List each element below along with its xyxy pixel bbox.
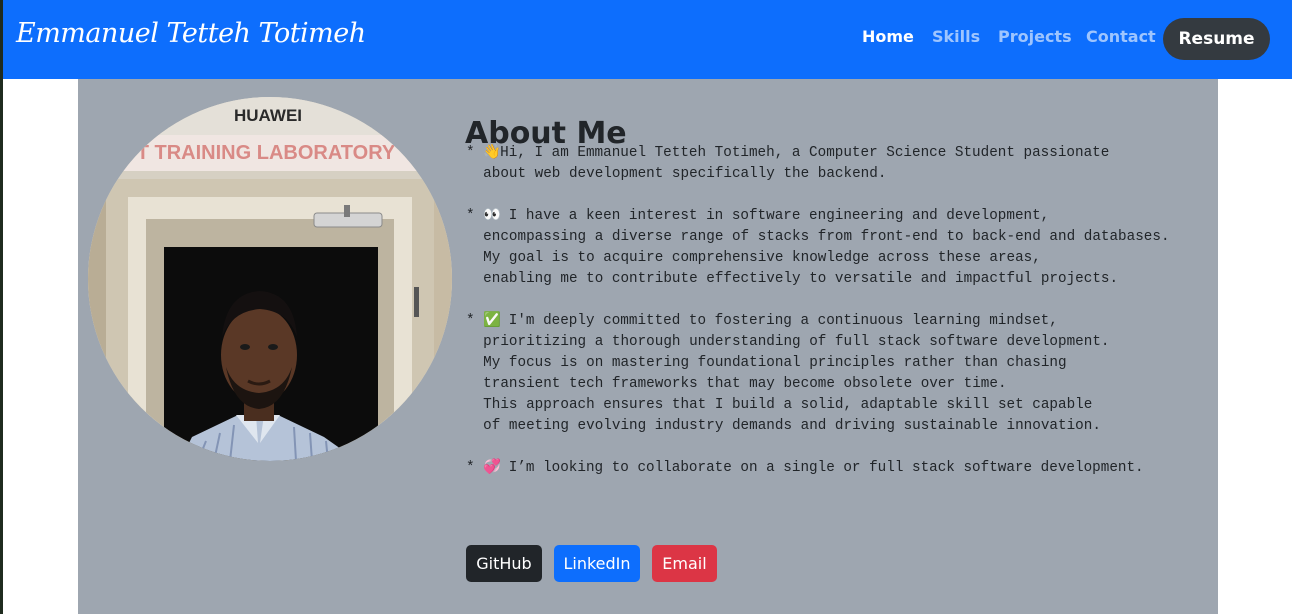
brand-name[interactable]: Emmanuel Tetteh Totimeh [16, 18, 366, 49]
resume-button[interactable]: Resume [1163, 18, 1270, 60]
banner-text: T TRAINING LABORATORY [137, 142, 396, 164]
window-edge [0, 0, 3, 614]
about-section: HUAWEI T TRAINING LABORATORY About Me * … [78, 79, 1218, 614]
about-paragraph: * 💞 I’m looking to collaborate on a sing… [466, 458, 1170, 479]
check-mark-icon: ✅ [483, 313, 501, 329]
navbar: Emmanuel Tetteh Totimeh Home Skills Proj… [3, 0, 1292, 79]
nav-link-home[interactable]: Home [862, 27, 914, 46]
about-text: * 👋Hi, I am Emmanuel Tetteh Totimeh, a C… [466, 143, 1170, 500]
sign-text: HUAWEI [234, 106, 302, 125]
waving-hand-icon: 👋 [483, 145, 501, 161]
eyes-icon: 👀 [483, 208, 501, 224]
about-paragraph: * 👋Hi, I am Emmanuel Tetteh Totimeh, a C… [466, 145, 1110, 182]
hearts-icon: 💞 [483, 460, 501, 476]
about-paragraph: * 👀 I have a keen interest in software e… [466, 208, 1170, 287]
github-button[interactable]: GitHub [466, 545, 542, 582]
nav-link-projects[interactable]: Projects [998, 27, 1072, 46]
nav-link-contact[interactable]: Contact [1086, 27, 1156, 46]
email-button[interactable]: Email [652, 545, 717, 582]
nav-link-skills[interactable]: Skills [932, 27, 980, 46]
about-paragraph: * ✅ I'm deeply committed to fostering a … [466, 313, 1110, 434]
linkedin-button[interactable]: LinkedIn [554, 545, 640, 582]
profile-photo: HUAWEI T TRAINING LABORATORY [88, 97, 452, 461]
